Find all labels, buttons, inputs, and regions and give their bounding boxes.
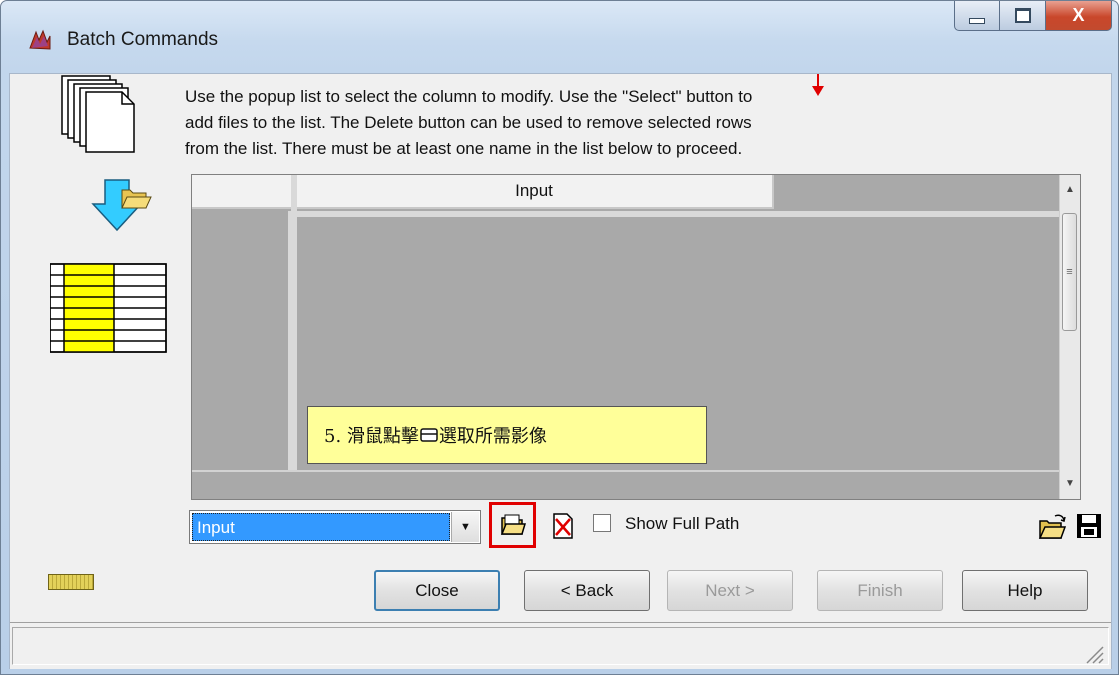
back-button[interactable]: < Back xyxy=(524,570,650,611)
delete-file-icon xyxy=(553,513,573,539)
status-pane xyxy=(12,627,1109,665)
scroll-down-icon[interactable]: ▼ xyxy=(1060,473,1080,493)
close-button[interactable]: Close xyxy=(374,570,500,611)
grid-row-divider xyxy=(192,211,1062,217)
status-indicator-icon xyxy=(48,574,94,590)
row-header-column xyxy=(192,211,291,499)
scrollbar-thumb[interactable]: ≡ xyxy=(1062,213,1077,331)
show-full-path-checkbox[interactable] xyxy=(593,514,611,532)
close-icon: X xyxy=(1072,5,1085,25)
minimize-button[interactable] xyxy=(954,1,1000,31)
select-files-button[interactable] xyxy=(489,502,536,548)
annotation-text-start: 5. 滑鼠點擊 xyxy=(324,426,419,447)
app-icon xyxy=(29,29,51,50)
open-list-icon[interactable] xyxy=(1037,513,1067,541)
table-icon xyxy=(50,263,167,353)
column-divider xyxy=(291,175,297,499)
status-bar xyxy=(10,622,1111,669)
chevron-down-icon[interactable]: ▼ xyxy=(451,512,479,542)
close-window-button[interactable]: X xyxy=(1046,1,1112,31)
help-button[interactable]: Help xyxy=(962,570,1088,611)
dialog-client-area: Use the popup list to select the column … xyxy=(9,73,1112,669)
tutorial-annotation: 5. 滑鼠點擊 選取所需影像 xyxy=(307,406,707,464)
resize-grip-icon[interactable] xyxy=(1083,643,1105,665)
pointer-arrow-icon xyxy=(812,74,824,96)
column-header-input[interactable]: Input xyxy=(296,175,774,209)
show-full-path-label[interactable]: Show Full Path xyxy=(625,514,739,534)
instructions-text: Use the popup list to select the column … xyxy=(185,87,753,158)
open-folder-icon xyxy=(420,428,438,442)
maximize-button[interactable] xyxy=(1000,1,1046,31)
row-header-corner xyxy=(192,175,296,209)
batch-commands-window: Batch Commands X Use the popup list to s… xyxy=(0,0,1119,675)
finish-button[interactable]: Finish xyxy=(817,570,943,611)
wizard-illustration xyxy=(50,75,167,353)
column-select-value: Input xyxy=(192,513,450,541)
open-folder-icon xyxy=(500,514,526,535)
caption-buttons: X xyxy=(954,1,1112,33)
vertical-scrollbar[interactable]: ▲ ≡ ▼ xyxy=(1059,175,1080,499)
annotation-text-end: 選取所需影像 xyxy=(438,426,547,447)
grid-header: Input xyxy=(192,175,1062,211)
next-button[interactable]: Next > xyxy=(667,570,793,611)
stacked-documents-icon xyxy=(61,75,135,153)
window-title: Batch Commands xyxy=(67,29,219,50)
maximize-icon xyxy=(1014,8,1031,23)
small-folder-icon xyxy=(121,189,152,209)
scroll-up-icon[interactable]: ▲ xyxy=(1060,179,1080,199)
floppy-disk-icon[interactable] xyxy=(1076,513,1102,539)
delete-rows-button[interactable] xyxy=(550,511,576,541)
minimize-icon xyxy=(969,17,985,24)
column-select-dropdown[interactable]: Input ▼ xyxy=(189,510,481,544)
title-bar[interactable]: Batch Commands X xyxy=(1,1,1118,71)
grid-empty-area xyxy=(192,470,1062,499)
